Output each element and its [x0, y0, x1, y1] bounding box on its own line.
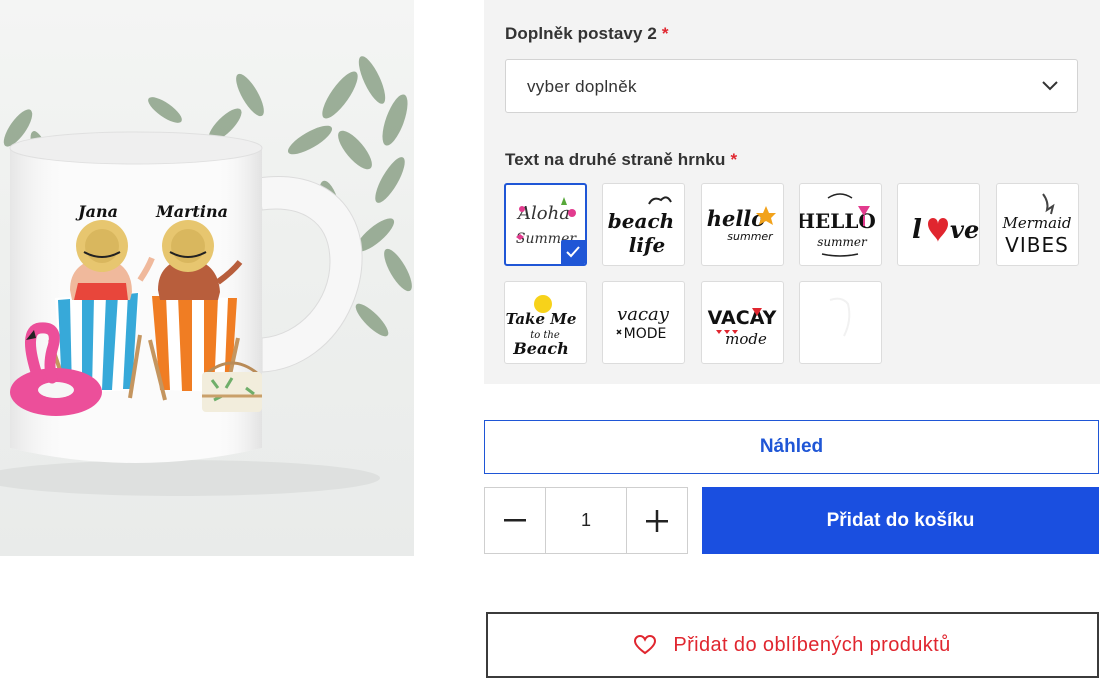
design-swatch-hello-summer-cocktail[interactable]: HELLO summer	[799, 183, 882, 266]
mug-name-jana: Jana	[75, 202, 118, 221]
quantity-decrease-button[interactable]	[485, 488, 545, 553]
quantity-input[interactable]: 1	[545, 488, 627, 553]
svg-text:summer: summer	[727, 230, 774, 243]
required-mark: *	[661, 24, 669, 43]
add-to-cart-button[interactable]: Přidat do košíku	[702, 487, 1099, 554]
check-icon	[566, 246, 580, 258]
take-me-beach-art: Take Me to the Beach	[506, 295, 577, 358]
svg-text:VACAY: VACAY	[708, 307, 777, 329]
mug-name-martina: Martina	[155, 202, 228, 221]
vacay-mode-watermelon-art: VACAY mode	[708, 307, 777, 348]
design-swatch-vacay-mode-watermelon[interactable]: VACAY mode	[701, 281, 784, 364]
svg-text:VIBES: VIBES	[1005, 233, 1069, 257]
svg-text:summer: summer	[817, 235, 868, 249]
accessory-select-value: vyber doplněk	[527, 77, 637, 96]
design-swatch-love[interactable]: l ve	[897, 183, 980, 266]
quantity-increase-button[interactable]	[627, 488, 687, 553]
selected-check-badge	[561, 240, 585, 264]
svg-text:life: life	[629, 233, 666, 257]
vacay-mode-art: vacay MODE	[616, 304, 670, 342]
hello-summer-cocktail-art: HELLO summer	[800, 193, 876, 257]
svg-text:vacay: vacay	[617, 304, 670, 325]
design-swatch-mermaid-vibes[interactable]: Mermaid VIBES	[996, 183, 1079, 266]
back-text-label: Text na druhé straně hrnku *	[505, 150, 738, 169]
love-art: l ve	[912, 215, 979, 245]
accessory-label: Doplněk postavy 2 *	[505, 24, 669, 43]
svg-text:Take Me: Take Me	[506, 310, 577, 328]
product-options-panel: Doplněk postavy 2 * vyber doplněk Text na…	[484, 0, 1100, 384]
add-to-favorites-button[interactable]: Přidat do oblíbených produktů	[486, 612, 1099, 678]
required-mark: *	[730, 150, 738, 169]
svg-text:Mermaid: Mermaid	[1002, 214, 1072, 232]
svg-text:Beach: Beach	[512, 339, 568, 358]
blank-design-art	[829, 297, 851, 337]
svg-text:ve: ve	[950, 215, 979, 244]
svg-text:MODE: MODE	[624, 326, 667, 342]
add-to-favorites-label: Přidat do oblíbených produktů	[673, 633, 951, 656]
svg-text:Aloha: Aloha	[516, 203, 570, 224]
heart-icon	[634, 635, 657, 655]
plus-icon	[645, 509, 668, 532]
design-swatch-hello-summer[interactable]: hello summer	[701, 183, 784, 266]
design-swatch-beach-life[interactable]: beach life	[602, 183, 685, 266]
product-detail-page: Jana Martina Doplněk postavy 2 * vyber do…	[0, 0, 1100, 699]
svg-text:hello: hello	[707, 206, 766, 231]
preview-button[interactable]: Náhled	[484, 420, 1099, 474]
accessory-select[interactable]: vyber doplněk	[505, 59, 1078, 113]
minus-icon	[504, 518, 527, 521]
beach-life-art: beach life	[608, 196, 674, 257]
svg-text:beach: beach	[608, 209, 674, 233]
design-swatch-vacay-mode[interactable]: vacay MODE	[602, 281, 685, 364]
chevron-down-icon	[1042, 81, 1058, 91]
svg-text:l: l	[912, 215, 922, 245]
quantity-stepper: 1	[484, 487, 688, 554]
mermaid-vibes-art: Mermaid VIBES	[1002, 193, 1072, 257]
product-image-mug: Jana Martina	[0, 0, 414, 556]
design-swatch-take-me-to-the-beach[interactable]: Take Me to the Beach	[504, 281, 587, 364]
design-swatch-aloha-summer[interactable]: Aloha Summer	[504, 183, 587, 266]
svg-text:mode: mode	[725, 330, 767, 348]
hello-summer-art: hello summer	[707, 206, 776, 243]
design-swatch-blank[interactable]	[799, 281, 882, 364]
